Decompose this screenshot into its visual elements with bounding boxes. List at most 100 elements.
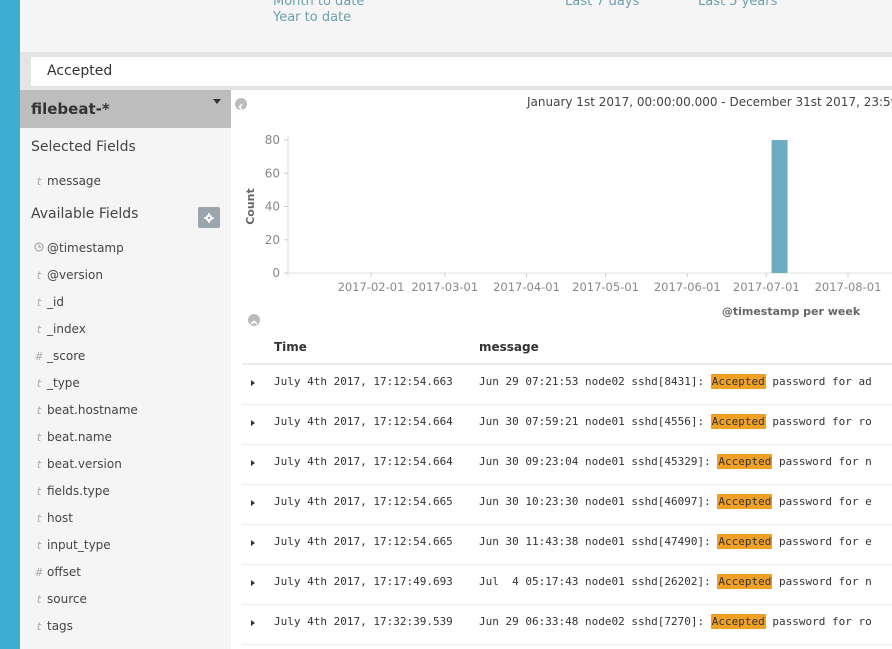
expand-row-icon[interactable] (251, 580, 255, 586)
x-axis-title: @timestamp per week (722, 305, 861, 318)
index-pattern-selector[interactable]: filebeat-* (20, 90, 231, 128)
field-name: source (47, 592, 87, 606)
table-row[interactable]: July 4th 2017, 17:12:54.664 Jun 30 07:59:… (242, 405, 892, 445)
table-row[interactable]: July 4th 2017, 17:12:54.663 Jun 29 07:21:… (242, 365, 892, 405)
message-suffix: password for e (772, 495, 872, 508)
x-tick-label: 2017-03-01 (411, 280, 478, 294)
row-time: July 4th 2017, 17:12:54.665 (274, 535, 453, 548)
field-item[interactable]: # offset (31, 565, 81, 583)
row-message: Jun 30 11:43:38 node01 sshd[47490]: Acce… (479, 534, 872, 549)
field-name: _index (47, 322, 86, 336)
field-name: beat.version (47, 457, 122, 471)
collapse-chart-button[interactable] (248, 314, 260, 326)
field-sidebar: filebeat-* Selected Fields t message Avai… (20, 90, 231, 649)
string-type-icon: t (36, 431, 42, 444)
message-prefix: Jul 4 05:17:43 node01 sshd[26202]: (479, 575, 718, 588)
field-name: _score (47, 349, 86, 363)
row-message: Jun 30 09:23:04 node01 sshd[45329]: Acce… (479, 454, 872, 469)
field-item[interactable]: t beat.version (31, 457, 122, 475)
field-item[interactable]: t _type (31, 376, 80, 394)
field-name: @timestamp (47, 241, 124, 255)
number-type-icon: # (34, 566, 44, 579)
field-item[interactable]: t beat.name (31, 430, 112, 448)
x-tick-label: 2017-02-01 (338, 280, 405, 294)
field-name: message (47, 174, 101, 188)
highlight-term: Accepted (717, 534, 773, 549)
expand-row-icon[interactable] (251, 460, 255, 466)
y-tick-label: 80 (265, 133, 280, 147)
field-settings-button[interactable] (198, 207, 220, 228)
field-name: beat.name (47, 430, 112, 444)
gear-icon (204, 212, 214, 223)
x-tick-label: 2017-04-01 (493, 280, 560, 294)
highlight-term: Accepted (710, 614, 766, 629)
histogram-bar (771, 140, 788, 273)
field-item[interactable]: t host (31, 511, 73, 529)
histogram-chart: 0 20 40 60 80 2017-02-01 2017-03-01 2017-04-01 2… (244, 133, 892, 318)
highlight-term: Accepted (710, 414, 766, 429)
field-item[interactable]: t fields.type (31, 484, 110, 502)
available-fields-title: Available Fields (31, 206, 139, 222)
message-suffix: password for n (772, 575, 872, 588)
expand-row-icon[interactable] (251, 500, 255, 506)
field-item[interactable]: t tags (31, 619, 73, 637)
string-type-icon: t (36, 512, 42, 525)
quick-year-to-date[interactable]: Year to date (273, 10, 351, 25)
field-item[interactable]: t input_type (31, 538, 111, 556)
chevron-left-icon (238, 103, 243, 111)
quick-last-5-years[interactable]: Last 5 years (698, 0, 777, 9)
search-input[interactable] (31, 57, 892, 86)
row-time: July 4th 2017, 17:17:49.693 (274, 575, 453, 588)
expand-row-icon[interactable] (251, 620, 255, 626)
field-name: offset (47, 565, 81, 579)
column-header-message[interactable]: message (479, 340, 539, 354)
expand-row-icon[interactable] (251, 540, 255, 546)
field-name: host (47, 511, 73, 525)
field-name: _type (47, 376, 80, 390)
field-name: fields.type (47, 484, 110, 498)
row-time: July 4th 2017, 17:12:54.664 (274, 455, 453, 468)
table-row[interactable]: July 4th 2017, 17:12:54.665 Jun 30 10:23:… (242, 485, 892, 525)
field-item[interactable]: @timestamp (31, 241, 124, 259)
app-nav-bar (0, 0, 20, 649)
selected-fields-title: Selected Fields (31, 139, 136, 155)
string-type-icon: t (36, 269, 42, 282)
column-header-time[interactable]: Time (274, 340, 307, 354)
field-item[interactable]: # _score (31, 349, 85, 367)
query-bar (20, 52, 892, 90)
field-item[interactable]: t beat.hostname (31, 403, 138, 421)
y-tick-label: 60 (265, 166, 280, 180)
message-prefix: Jun 29 07:21:53 node02 sshd[8431]: (479, 375, 711, 388)
message-suffix: password for e (772, 535, 872, 548)
discover-main: January 1st 2017, 00:00:00.000 - Decembe… (231, 90, 892, 649)
expand-row-icon[interactable] (251, 380, 255, 386)
table-row[interactable]: July 4th 2017, 17:32:39.539 Jun 29 06:33:… (242, 605, 892, 645)
quick-last-7-days[interactable]: Last 7 days (565, 0, 639, 9)
quick-month-to-date[interactable]: Month to date (273, 0, 364, 9)
field-item[interactable]: t _id (31, 295, 64, 313)
string-type-icon: t (36, 404, 42, 417)
clock-icon (31, 242, 47, 255)
table-row[interactable]: July 4th 2017, 17:12:54.664 Jun 30 09:23:… (242, 445, 892, 485)
field-item[interactable]: t _index (31, 322, 86, 340)
row-message: Jun 30 10:23:30 node01 sshd[46097]: Acce… (479, 494, 872, 509)
row-time: July 4th 2017, 17:12:54.663 (274, 375, 453, 388)
row-message: Jun 29 06:33:48 node02 sshd[7270]: Accep… (479, 614, 872, 629)
x-tick-label: 2017-06-01 (654, 280, 721, 294)
field-item[interactable]: t @version (31, 268, 103, 286)
field-item[interactable]: t message (31, 174, 101, 192)
table-row[interactable]: July 4th 2017, 17:17:49.693 Jul 4 05:17:4… (242, 565, 892, 605)
table-row[interactable]: July 4th 2017, 17:12:54.665 Jun 30 11:43:… (242, 525, 892, 565)
chevron-up-icon (250, 320, 258, 325)
highlight-term: Accepted (717, 574, 773, 589)
string-type-icon: t (36, 323, 42, 336)
highlight-term: Accepted (717, 494, 773, 509)
collapse-sidebar-button[interactable] (235, 98, 247, 111)
timepicker-panel: Month to date Year to date Last 7 days L… (20, 0, 892, 52)
field-item[interactable]: t source (31, 592, 87, 610)
y-tick-label: 20 (265, 233, 280, 247)
x-tick-label: 2017-07-01 (733, 280, 800, 294)
expand-row-icon[interactable] (251, 420, 255, 426)
x-tick-label: 2017-05-01 (572, 280, 639, 294)
message-prefix: Jun 30 11:43:38 node01 sshd[47490]: (479, 535, 718, 548)
